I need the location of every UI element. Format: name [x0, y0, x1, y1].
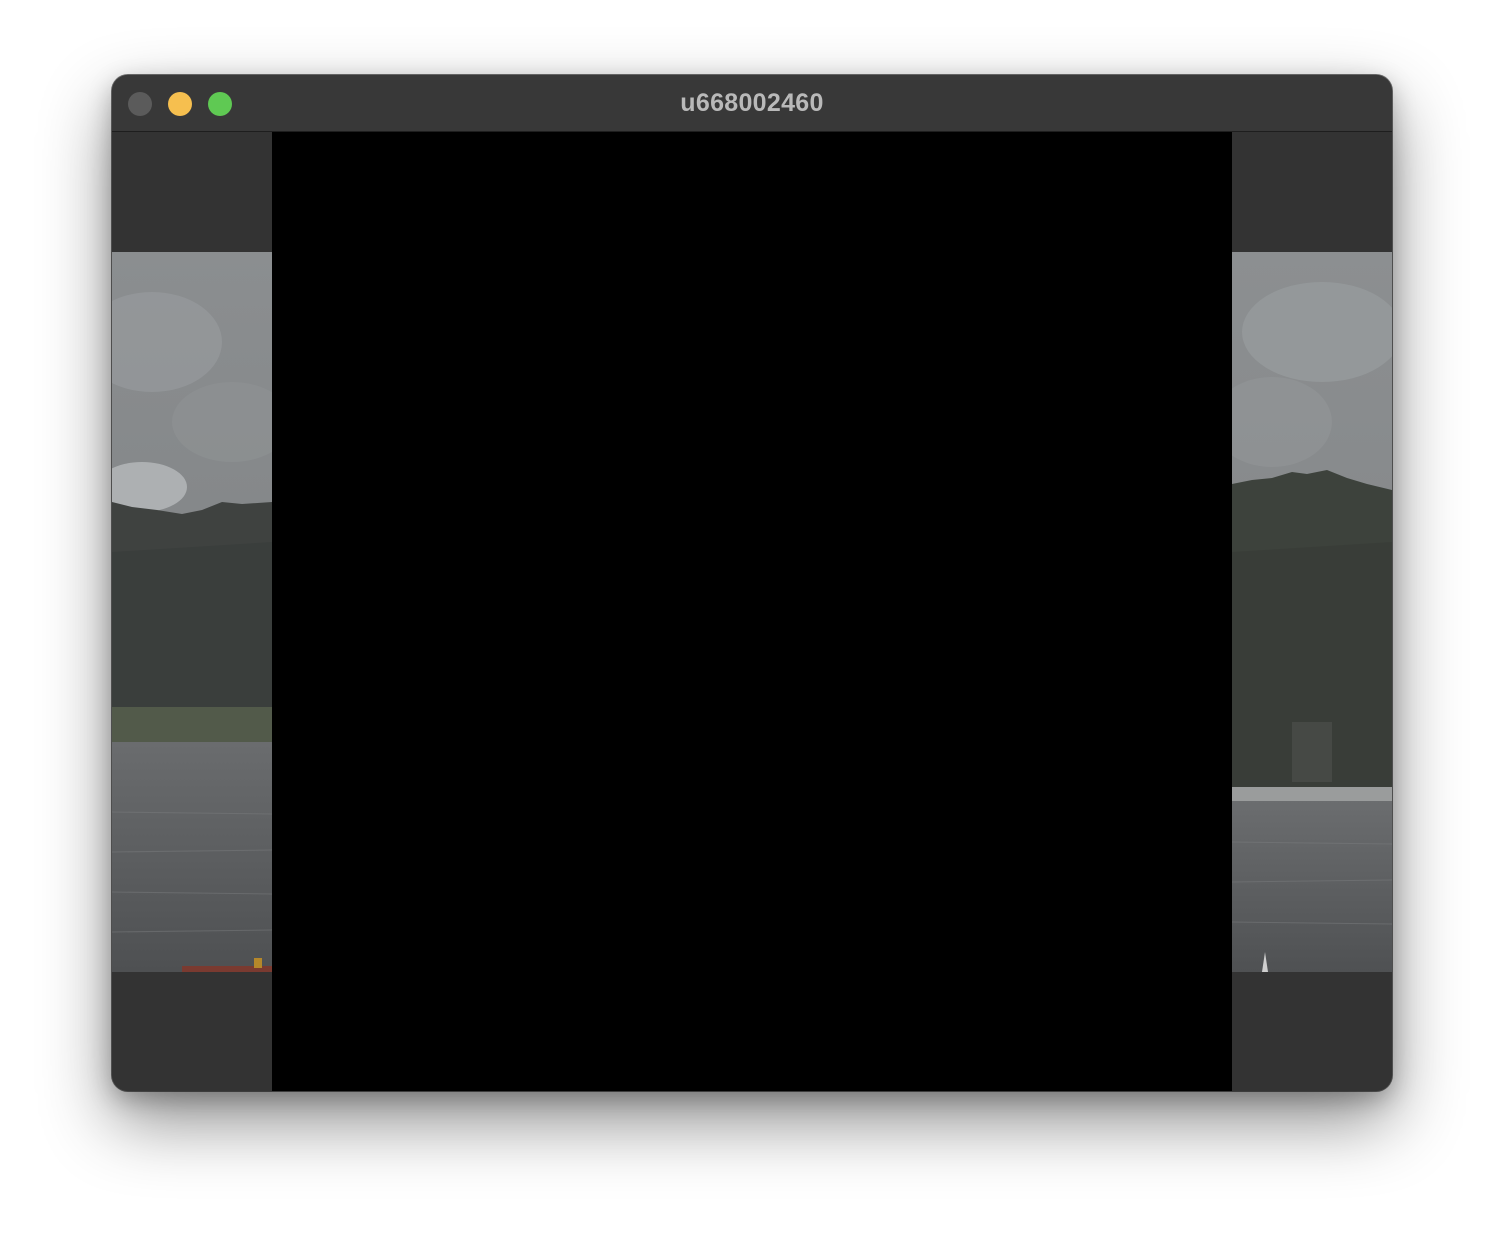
title-bar[interactable]: u668002460	[112, 75, 1392, 132]
photo-viewer-area	[112, 132, 1392, 1091]
window-title: u668002460	[680, 89, 824, 117]
app-window: u668002460	[112, 75, 1392, 1091]
next-photo-thumbnail[interactable]	[1232, 252, 1392, 972]
main-photo-canvas[interactable]	[272, 132, 1232, 1091]
previous-photo-thumbnail[interactable]	[112, 252, 272, 972]
